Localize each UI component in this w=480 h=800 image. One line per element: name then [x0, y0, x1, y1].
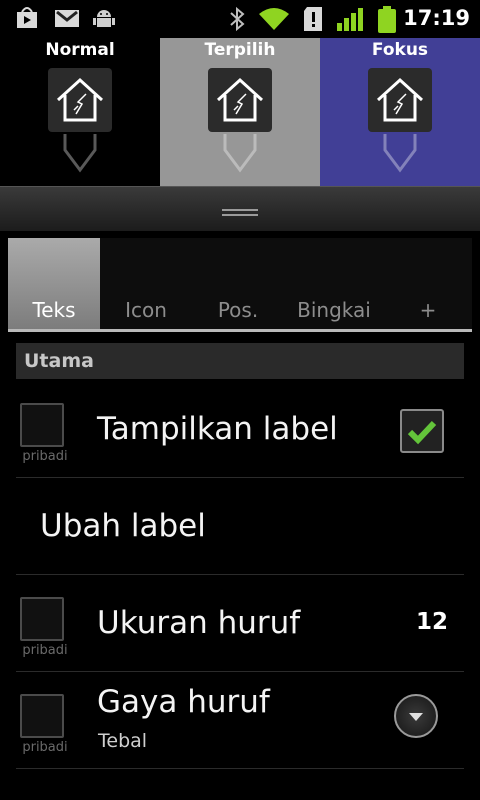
signal-icon: [336, 6, 366, 36]
state-normal[interactable]: Normal: [0, 38, 160, 186]
row-title: Ubah label: [40, 508, 206, 544]
private-checkbox[interactable]: [20, 403, 64, 447]
state-label: Terpilih: [204, 40, 276, 60]
private-checkbox-group: pribadi: [20, 403, 70, 464]
font-style-row[interactable]: pribadi Gaya huruf Tebal: [16, 672, 464, 769]
gmail-icon: [54, 6, 80, 34]
state-focused[interactable]: Fokus: [320, 38, 480, 186]
tab-bar: Teks Icon Pos. Bingkai +: [8, 238, 472, 332]
private-checkbox-label: pribadi: [22, 643, 68, 658]
checkmark-icon: [407, 420, 437, 445]
home-icon: [208, 68, 272, 132]
home-reflection-icon: [48, 134, 112, 178]
show-label-row[interactable]: pribadi Tampilkan label: [16, 381, 464, 478]
state-label: Fokus: [371, 40, 429, 60]
clock: 17:19: [403, 6, 470, 30]
row-subtitle: Tebal: [98, 730, 148, 752]
private-checkbox-group: pribadi: [20, 597, 70, 658]
home-reflection-icon: [208, 134, 272, 178]
bluetooth-icon: [228, 6, 246, 36]
font-size-value: 12: [415, 609, 448, 635]
tab-icon[interactable]: Icon: [100, 238, 192, 330]
row-title: Ukuran huruf: [97, 605, 301, 641]
tab-bingkai[interactable]: Bingkai: [284, 238, 384, 330]
wifi-icon: [258, 6, 290, 36]
show-label-checkbox[interactable]: [400, 409, 444, 453]
section-header: Utama: [16, 343, 464, 379]
row-title: Tampilkan label: [97, 411, 338, 447]
home-icon: [368, 68, 432, 132]
sd-card-warning-icon: [302, 6, 324, 36]
tab-add[interactable]: +: [384, 238, 472, 330]
status-bar: 17:19: [0, 0, 480, 38]
chevron-down-icon: [409, 713, 423, 721]
panel-drag-handle[interactable]: [0, 186, 480, 231]
home-icon: [48, 68, 112, 132]
font-style-dropdown-button[interactable]: [394, 694, 438, 738]
state-selected[interactable]: Terpilih: [160, 38, 320, 186]
private-checkbox-label: pribadi: [22, 740, 68, 755]
tab-teks[interactable]: Teks: [8, 238, 100, 330]
tab-pos[interactable]: Pos.: [192, 238, 284, 330]
grip-icon: [222, 203, 258, 216]
tab-underline: [8, 329, 472, 332]
edit-label-row[interactable]: Ubah label: [16, 478, 464, 575]
state-label: Normal: [45, 40, 115, 60]
private-checkbox-label: pribadi: [22, 449, 68, 464]
play-store-icon: [14, 6, 40, 34]
battery-icon: [376, 6, 398, 38]
private-checkbox[interactable]: [20, 694, 64, 738]
android-debug-icon: [92, 6, 116, 34]
font-size-row[interactable]: pribadi Ukuran huruf 12: [16, 575, 464, 672]
row-title: Gaya huruf: [97, 684, 270, 720]
home-reflection-icon: [368, 134, 432, 178]
state-preview: Normal Terpilih Fokus: [0, 38, 480, 186]
private-checkbox[interactable]: [20, 597, 64, 641]
private-checkbox-group: pribadi: [20, 694, 70, 755]
